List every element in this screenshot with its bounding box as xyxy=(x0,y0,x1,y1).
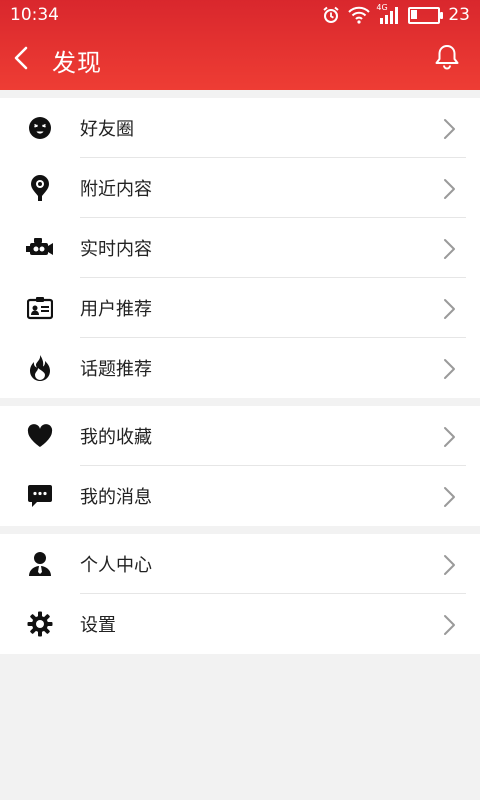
status-icons: 4G 23 xyxy=(322,3,470,25)
wifi-icon xyxy=(348,6,371,24)
battery-icon xyxy=(408,6,444,24)
battery-fill xyxy=(411,9,418,19)
menu-item[interactable]: 个人中心 xyxy=(0,534,480,594)
menu-item[interactable]: 话题推荐 xyxy=(0,338,480,398)
chevron-right-icon xyxy=(442,238,462,259)
chevron-right-icon xyxy=(442,614,462,635)
menu-group: 个人中心 设置 xyxy=(0,534,480,654)
menu-group: 我的收藏 我的消息 xyxy=(0,406,480,526)
page-title: 发现 xyxy=(52,48,102,77)
menu-item-content: 用户推荐 xyxy=(80,278,466,338)
video-camera-icon xyxy=(0,218,80,278)
menu-item-label: 附近内容 xyxy=(80,178,152,200)
menu-list: 好友圈附近内容实时内容用户推荐话题推荐我的收藏我的消息个人中心设置 xyxy=(0,98,480,654)
heart-icon xyxy=(0,406,80,466)
notification-button[interactable] xyxy=(430,42,464,76)
menu-item-label: 话题推荐 xyxy=(80,359,152,380)
menu-item-label: 个人中心 xyxy=(80,554,152,576)
menu-item-label: 我的收藏 xyxy=(80,426,152,448)
app-header: 10:34 4G 23 发现 xyxy=(0,0,480,90)
menu-item-label: 设置 xyxy=(80,615,116,636)
chat-bubble-icon xyxy=(0,466,80,526)
back-button[interactable] xyxy=(0,30,42,90)
gear-icon xyxy=(0,594,80,654)
signal-icon: 4G xyxy=(376,3,400,24)
status-time: 10:34 xyxy=(10,5,59,25)
chevron-right-icon xyxy=(442,118,462,139)
menu-item-content: 好友圈 xyxy=(80,98,466,158)
location-pin-icon xyxy=(0,158,80,218)
menu-item[interactable]: 我的消息 xyxy=(0,466,480,526)
chevron-right-icon xyxy=(442,554,462,575)
menu-item[interactable]: 用户推荐 xyxy=(0,278,480,338)
menu-item-content: 附近内容 xyxy=(80,158,466,218)
chevron-right-icon xyxy=(442,298,462,319)
menu-item[interactable]: 好友圈 xyxy=(0,98,480,158)
menu-item-label: 用户推荐 xyxy=(80,298,152,320)
chevron-left-icon xyxy=(13,46,29,74)
menu-item[interactable]: 实时内容 xyxy=(0,218,480,278)
menu-item-content: 我的收藏 xyxy=(80,406,466,466)
face-icon xyxy=(0,98,80,158)
menu-item-label: 实时内容 xyxy=(80,238,152,260)
menu-item-content: 设置 xyxy=(80,594,466,654)
battery-percent: 23 xyxy=(448,5,470,25)
menu-item-content: 我的消息 xyxy=(80,466,466,526)
menu-group: 好友圈附近内容实时内容用户推荐话题推荐 xyxy=(0,98,480,398)
id-card-icon xyxy=(0,278,80,338)
menu-item[interactable]: 我的收藏 xyxy=(0,406,480,466)
chevron-right-icon xyxy=(442,486,462,507)
flame-icon xyxy=(0,338,80,398)
menu-item[interactable]: 附近内容 xyxy=(0,158,480,218)
menu-item[interactable]: 设置 xyxy=(0,594,480,654)
chevron-right-icon xyxy=(442,178,462,199)
chevron-right-icon xyxy=(442,358,462,379)
menu-item-label: 我的消息 xyxy=(80,487,152,508)
menu-item-content: 实时内容 xyxy=(80,218,466,278)
chevron-right-icon xyxy=(442,426,462,447)
menu-item-content: 个人中心 xyxy=(80,534,466,594)
toolbar: 发现 xyxy=(0,30,480,90)
menu-item-label: 好友圈 xyxy=(80,118,134,140)
bell-icon xyxy=(433,43,461,75)
menu-item-content: 话题推荐 xyxy=(80,338,466,398)
person-icon xyxy=(0,534,80,594)
alarm-icon xyxy=(322,6,340,24)
status-bar: 10:34 4G 23 xyxy=(0,0,480,30)
